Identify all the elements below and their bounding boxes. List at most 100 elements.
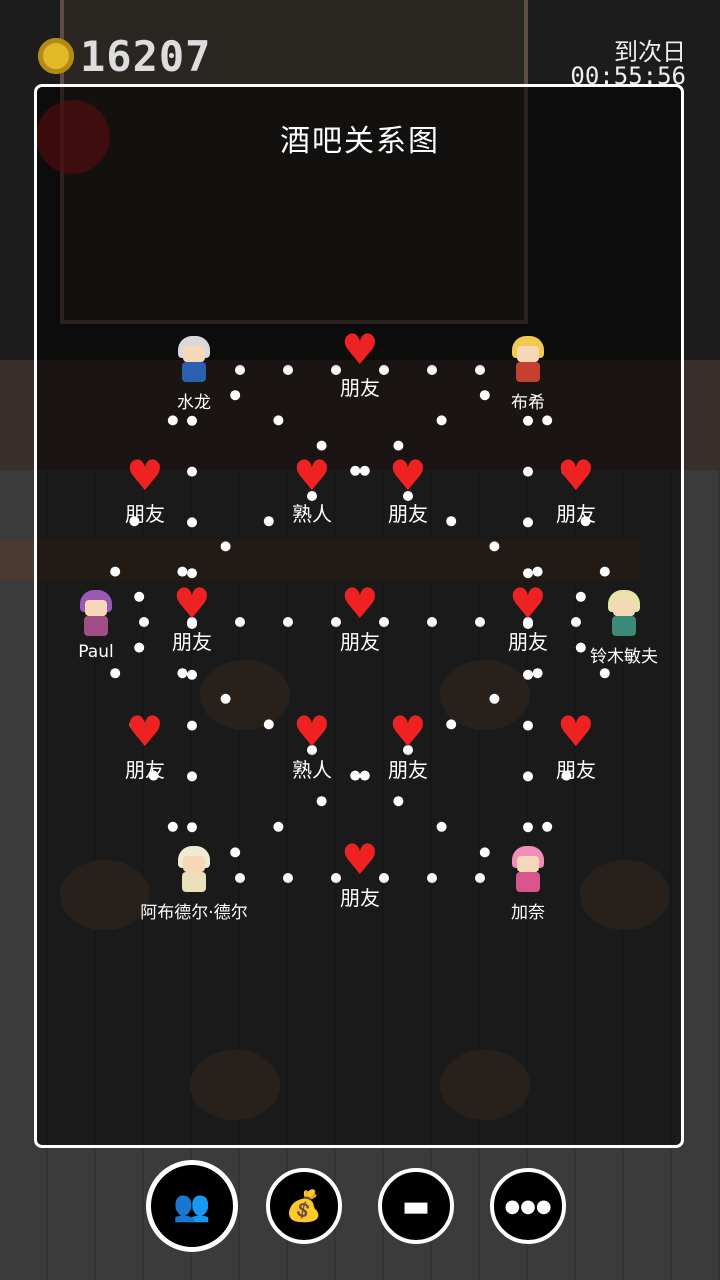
character-sprite bbox=[76, 590, 116, 638]
relation-label: 朋友 bbox=[125, 502, 165, 526]
connection-dot bbox=[273, 415, 284, 426]
connection-dot bbox=[542, 415, 553, 426]
connection-dot bbox=[187, 669, 197, 680]
connection-dot bbox=[110, 668, 121, 679]
relation-label: 熟人 bbox=[292, 502, 332, 526]
heart-icon: ♥ bbox=[341, 579, 379, 628]
connection-dot bbox=[427, 617, 437, 627]
more-button[interactable]: ●●● bbox=[490, 1168, 566, 1244]
relation-label: 朋友 bbox=[125, 758, 165, 782]
connection-dot bbox=[523, 415, 533, 426]
heart-icon: ♥ bbox=[173, 579, 211, 628]
heart-icon: ♥ bbox=[293, 451, 331, 500]
heart-icon: ♥ bbox=[389, 451, 427, 500]
connection-dot bbox=[436, 415, 447, 426]
character-c6[interactable]: 加奈 bbox=[500, 846, 556, 923]
connection-dot bbox=[532, 566, 543, 577]
connection-dot bbox=[230, 847, 241, 858]
character-c2[interactable]: 布希 bbox=[500, 336, 556, 413]
relation-c3-c6: ♥ 熟人 bbox=[272, 707, 352, 783]
character-name: 水龙 bbox=[177, 393, 211, 413]
relation-c3-c4: ♥ 朋友 bbox=[320, 579, 400, 655]
relation-c4-c6: ♥ 朋友 bbox=[536, 707, 616, 783]
connection-dot bbox=[187, 415, 197, 426]
relation-label: 朋友 bbox=[340, 376, 380, 400]
connection-dot bbox=[235, 617, 245, 627]
character-sprite bbox=[604, 590, 644, 638]
connection-dot bbox=[489, 541, 500, 552]
relation-label: 朋友 bbox=[556, 758, 596, 782]
connection-dot bbox=[523, 822, 533, 833]
relation-label: 朋友 bbox=[340, 630, 380, 654]
relation-c3-c5: ♥ 朋友 bbox=[105, 711, 185, 783]
relation-c1-c2: ♥ 朋友 bbox=[320, 325, 400, 401]
character-sprite bbox=[174, 336, 214, 384]
connection-dot bbox=[167, 821, 178, 832]
money-bag-button[interactable]: 💰 bbox=[266, 1168, 342, 1244]
relation-c2-c6: ♥ 朋友 bbox=[488, 583, 568, 655]
connection-dot bbox=[436, 821, 447, 832]
connection-dot bbox=[523, 720, 533, 731]
relation-label: 朋友 bbox=[172, 630, 212, 654]
heart-icon: ♥ bbox=[557, 451, 595, 500]
connection-dot bbox=[134, 642, 145, 653]
connection-dot bbox=[187, 771, 197, 782]
connection-dot bbox=[235, 873, 245, 883]
connection-dot bbox=[230, 390, 241, 401]
connection-dot bbox=[220, 693, 231, 704]
folder-icon: ▬ bbox=[401, 1188, 431, 1224]
connection-dot bbox=[187, 568, 197, 579]
character-name: 布希 bbox=[511, 393, 545, 413]
relation-label: 朋友 bbox=[388, 502, 428, 526]
money-bag-icon: 💰 bbox=[285, 1188, 323, 1224]
character-sprite bbox=[508, 336, 548, 384]
connection-dot bbox=[235, 365, 245, 375]
connection-dot bbox=[489, 693, 500, 704]
character-c1[interactable]: 水龙 bbox=[166, 336, 222, 413]
heart-icon: ♥ bbox=[557, 707, 595, 756]
more-icon: ●●● bbox=[504, 1195, 552, 1217]
connection-dot bbox=[187, 466, 197, 477]
heart-icon: ♥ bbox=[126, 451, 164, 500]
character-name: 阿布德尔·德尔 bbox=[140, 903, 248, 923]
connection-dot bbox=[427, 365, 437, 375]
connection-dot bbox=[187, 517, 197, 528]
connection-dot bbox=[523, 517, 533, 528]
connection-dot bbox=[177, 566, 188, 577]
heart-icon: ♥ bbox=[341, 325, 379, 374]
connection-dot bbox=[571, 617, 581, 627]
connection-dot bbox=[187, 720, 197, 731]
connection-dot bbox=[523, 466, 533, 477]
character-c5[interactable]: 阿布德尔·德尔 bbox=[140, 846, 248, 923]
connection-dot bbox=[220, 541, 231, 552]
connection-dot bbox=[134, 591, 145, 602]
connection-dot bbox=[273, 821, 284, 832]
connection-dot bbox=[475, 365, 485, 375]
character-name: Paul bbox=[78, 642, 114, 662]
connection-dot bbox=[599, 566, 610, 577]
relation-c4-c5: ♥ 朋友 bbox=[368, 711, 448, 783]
character-c4[interactable]: 铃木敏夫 bbox=[590, 590, 658, 667]
character-c3[interactable]: Paul bbox=[68, 590, 124, 662]
relation-label: 朋友 bbox=[556, 502, 596, 526]
heart-icon: ♥ bbox=[293, 707, 331, 756]
connection-dot bbox=[479, 847, 490, 858]
relation-c5-c6: ♥ 朋友 bbox=[320, 835, 400, 911]
relation-c2-c3: ♥ 朋友 bbox=[368, 451, 448, 527]
connection-dot bbox=[139, 617, 149, 627]
connection-dot bbox=[187, 822, 197, 833]
connection-dot bbox=[167, 415, 178, 426]
connection-dot bbox=[599, 668, 610, 679]
connection-dot bbox=[532, 668, 543, 679]
relationship-button[interactable]: 👥 bbox=[146, 1160, 238, 1252]
connection-dot bbox=[523, 568, 533, 579]
connection-dot bbox=[523, 669, 533, 680]
connection-dot bbox=[177, 668, 188, 679]
relation-c1-c5: ♥ 朋友 bbox=[152, 579, 232, 655]
folder-button[interactable]: ▬ bbox=[378, 1168, 454, 1244]
relation-label: 熟人 bbox=[292, 758, 332, 782]
character-name: 铃木敏夫 bbox=[590, 647, 658, 667]
heart-icon: ♥ bbox=[341, 835, 379, 884]
connection-dot bbox=[393, 440, 404, 451]
relation-label: 朋友 bbox=[340, 886, 380, 910]
